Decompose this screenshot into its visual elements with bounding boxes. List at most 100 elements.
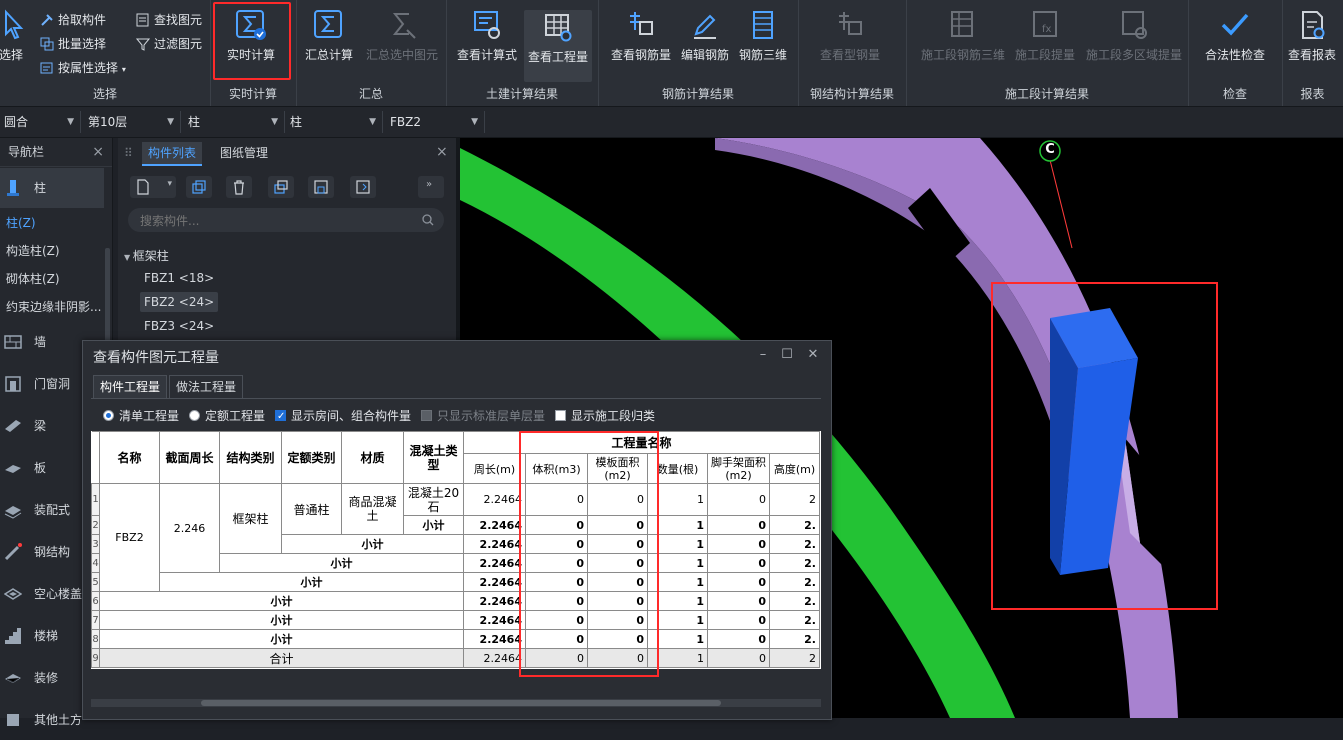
highlight-box-column <box>991 282 1218 610</box>
select-button[interactable]: 选择 <box>0 8 36 72</box>
component-dropdown[interactable]: FBZ2 ▼ <box>386 111 485 133</box>
radio-bill-quantity[interactable]: 清单工程量 <box>103 407 179 425</box>
pick-component-button[interactable]: 拾取构件 <box>38 10 106 30</box>
row-number: 7 <box>91 610 100 630</box>
header-concrete-type: 混凝土类型 <box>403 431 464 484</box>
export-component-button[interactable] <box>350 176 376 198</box>
nav-sub-item-boundary[interactable]: 约束边缘非阴影... <box>0 294 110 320</box>
quantity-grid-icon <box>545 14 572 42</box>
summary-calc-label: 汇总计算 <box>304 48 353 62</box>
nav-category-column[interactable]: 柱 <box>0 168 104 208</box>
view-steel-button[interactable]: 查看型钢量 <box>804 8 896 72</box>
batch-select-icon <box>40 37 54 51</box>
maximize-icon[interactable]: ☐ <box>777 345 797 365</box>
scrollbar-thumb[interactable] <box>201 700 721 706</box>
search-icon[interactable] <box>422 214 434 226</box>
search-input[interactable] <box>138 211 412 231</box>
view-formula-button[interactable]: 查看计算式 <box>452 8 522 72</box>
drag-handle-icon[interactable]: ⠿ <box>124 146 133 160</box>
summary-calc-button[interactable]: 汇总计算 <box>298 8 360 72</box>
row-number: 9 <box>91 648 100 668</box>
view-report-button[interactable]: 查看报表 <box>1280 8 1343 72</box>
filter-element-label: 过滤图元 <box>154 37 203 51</box>
list-item-fbz2[interactable]: FBZ2 <24> <box>140 292 219 312</box>
tab-component-quantity[interactable]: 构件工程量 <box>93 375 168 398</box>
nav-category-stairs-label: 楼梯 <box>34 629 59 643</box>
component-list-panel: ⠿ 构件列表 图纸管理 × ▾ » ▼ 框架柱 FBZ1 <18> FBZ2 <… <box>118 138 456 342</box>
ribbon-group-steel-results: 查看型钢量 钢结构计算结果 <box>798 0 907 106</box>
batch-select-button[interactable]: 批量选择 <box>38 34 106 54</box>
double-chevron-right-icon: » <box>426 179 433 190</box>
cell-value: 2. <box>769 629 820 649</box>
more-tools-button[interactable]: » <box>418 176 444 198</box>
save-component-button[interactable] <box>308 176 334 198</box>
layer-copy-button[interactable] <box>268 176 294 198</box>
tab-component-list[interactable]: 构件列表 <box>142 142 203 166</box>
check-show-section[interactable]: 显示施工段归类 <box>555 407 655 425</box>
ribbon-group-check: 合法性检查 检查 <box>1188 0 1283 106</box>
cell-value: 2.2464 <box>463 610 526 630</box>
cell-value: 0 <box>707 515 770 535</box>
select-by-attribute-button[interactable]: 按属性选择 ▾ <box>38 58 126 78</box>
project-dropdown[interactable]: 圆合 ▼ <box>0 111 81 133</box>
batch-select-label: 批量选择 <box>58 37 107 51</box>
chevron-down-icon: ▾ <box>121 65 126 74</box>
nav-sub-item-constructional-column[interactable]: 构造柱(Z) <box>0 238 110 264</box>
close-icon[interactable]: × <box>436 144 448 160</box>
table-row-total[interactable]: 9 合计 2.2464 0 0 1 0 2 <box>91 648 820 668</box>
new-component-button[interactable]: ▾ <box>130 176 176 198</box>
header-perimeter: 截面周长 <box>159 431 220 484</box>
slab-icon <box>5 465 21 473</box>
cell-value: 2. <box>769 610 820 630</box>
view-rebar-button[interactable]: 查看钢筋量 <box>606 8 676 72</box>
type-dropdown[interactable]: 柱 ▼ <box>286 111 383 133</box>
find-element-button[interactable]: 查找图元 <box>134 10 202 30</box>
find-icon <box>136 13 149 27</box>
find-element-label: 查找图元 <box>154 13 203 27</box>
table-row[interactable]: 7 小计 2.2464 0 0 1 0 2. <box>91 610 820 630</box>
edit-rebar-button[interactable]: 编辑钢筋 <box>674 8 736 72</box>
row-number: 8 <box>91 629 100 649</box>
section-quantity-button[interactable]: fx 施工段提量 <box>1010 8 1080 72</box>
category-dropdown[interactable]: 柱 ▼ <box>184 111 285 133</box>
close-icon[interactable]: ✕ <box>803 345 823 365</box>
header-col-height: 高度(m) <box>769 453 820 484</box>
table-row[interactable]: 1 FBZ2 2.246 框架柱 普通柱 商品混凝土 混凝土20石 2.2464… <box>91 483 820 592</box>
check-standard-floor[interactable]: 只显示标准层单层量 <box>421 407 545 425</box>
radio-indicator <box>103 410 114 421</box>
list-item-fbz1[interactable]: FBZ1 <18> <box>140 268 218 288</box>
tree-node-frame-column-label: 框架柱 <box>132 249 169 263</box>
radio-quota-quantity[interactable]: 定额工程量 <box>189 407 265 425</box>
header-name: 名称 <box>99 431 160 484</box>
table-row[interactable]: 8 小计 2.2464 0 0 1 0 2. <box>91 629 820 649</box>
close-icon[interactable]: × <box>92 138 104 166</box>
steel-quantity-icon <box>839 12 862 35</box>
tab-method-quantity[interactable]: 做法工程量 <box>169 375 244 398</box>
legality-check-button[interactable]: 合法性检查 <box>1198 8 1272 72</box>
copy-component-button[interactable] <box>186 176 212 198</box>
check-show-room[interactable]: 显示房间、组合构件量 <box>275 407 411 426</box>
nav-category-wall-label: 墙 <box>34 335 47 349</box>
summary-selected-button[interactable]: 汇总选中图元 <box>362 8 442 72</box>
sigma-selected-icon <box>392 13 416 39</box>
minimize-icon[interactable]: – <box>753 345 773 365</box>
nav-sub-item-column[interactable]: 柱(Z) <box>0 210 110 236</box>
filter-element-button[interactable]: 过滤图元 <box>134 34 202 54</box>
list-item-fbz3[interactable]: FBZ3 <24> <box>140 316 218 336</box>
tab-drawing-management[interactable]: 图纸管理 <box>214 142 274 164</box>
view-quantity-button[interactable]: 查看工程量 <box>524 10 592 82</box>
table-row[interactable]: 6 小计 2.2464 0 0 1 0 2. <box>91 591 820 611</box>
ribbon-toolbar: 选择 拾取构件 批量选择 按属性选择 ▾ 查找图元 过滤图元 选择 实时计算 实… <box>0 0 1343 107</box>
save-icon <box>314 180 328 194</box>
dropdown-arrow-icon: ▼ <box>271 117 278 127</box>
tree-node-frame-column[interactable]: ▼ 框架柱 <box>124 246 169 266</box>
section-multi-area-button[interactable]: 施工段多区域提量 <box>1082 8 1186 72</box>
section-rebar-3d-button[interactable]: 施工段钢筋三维 <box>916 8 1010 72</box>
floor-dropdown[interactable]: 第10层 ▼ <box>84 111 181 133</box>
nav-category-decoration-label: 装修 <box>34 671 59 685</box>
rebar-3d-button[interactable]: 钢筋三维 <box>732 8 794 72</box>
delete-component-button[interactable] <box>226 176 252 198</box>
table-row[interactable]: 5 小计 2.2464 0 0 1 0 2. <box>91 572 820 592</box>
nav-sub-item-masonry-column[interactable]: 砌体柱(Z) <box>0 266 110 292</box>
horizontal-scrollbar[interactable] <box>91 699 821 707</box>
